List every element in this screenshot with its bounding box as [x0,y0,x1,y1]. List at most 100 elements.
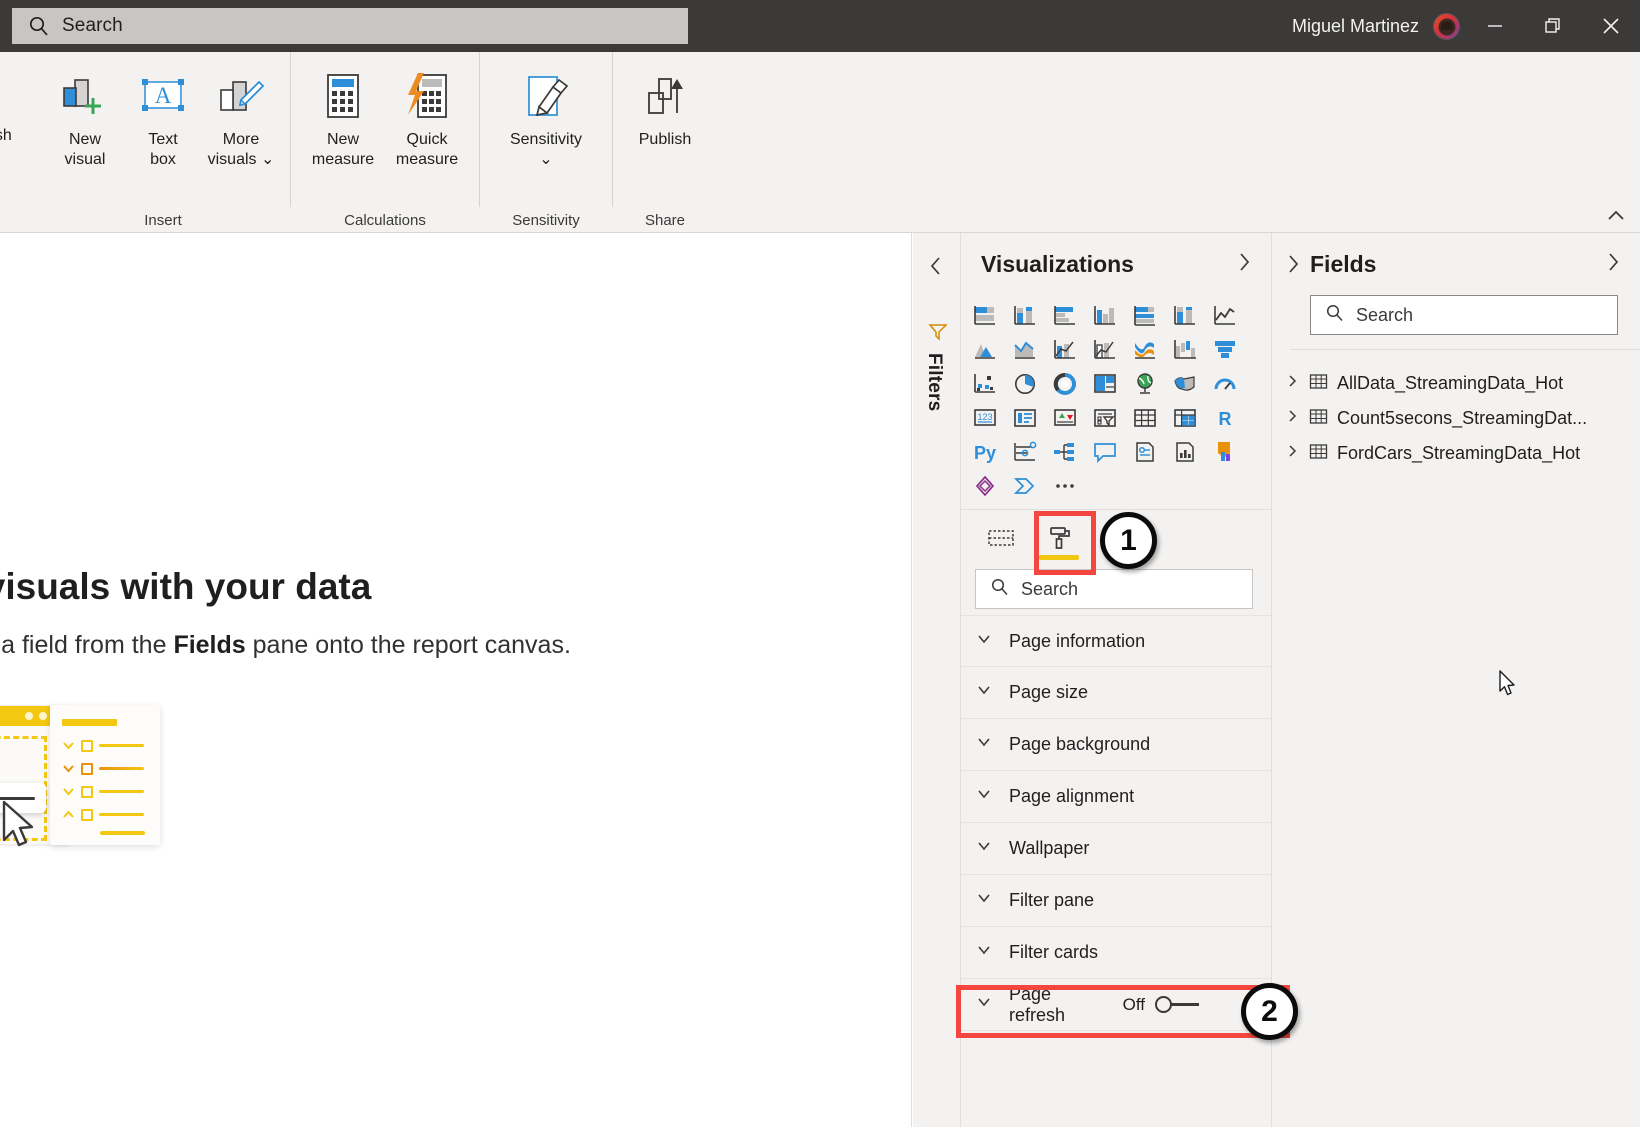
sensitivity-button[interactable]: Sensitivity ⌄ [492,52,600,170]
100-stacked-bar-chart-icon[interactable] [1125,299,1165,333]
quick-measure-button[interactable]: Quick measure [385,52,469,170]
minimize-button[interactable] [1466,0,1524,52]
new-visual-icon [59,68,111,126]
stacked-bar-chart-icon[interactable] [965,299,1005,333]
close-button[interactable] [1582,0,1640,52]
fields-tab[interactable] [975,516,1027,560]
stacked-area-chart-icon[interactable] [1005,333,1045,367]
power-automate-icon[interactable] [1005,469,1045,503]
paginated-report-icon[interactable] [1165,435,1205,469]
line-and-stacked-column-chart-icon[interactable] [1045,333,1085,367]
line-and-clustered-column-chart-icon[interactable] [1085,333,1125,367]
slicer-icon[interactable] [1085,401,1125,435]
card-icon[interactable]: 123 [965,401,1005,435]
table-icon[interactable] [1125,401,1165,435]
chevron-right-icon[interactable] [1286,373,1300,394]
waterfall-chart-icon[interactable] [1165,333,1205,367]
ribbon-group-sensitivity: Sensitivity ⌄ Sensitivity [479,52,612,207]
new-measure-label-1: New [327,131,359,148]
fields-search-input[interactable]: Search [1310,295,1618,335]
decomposition-tree-icon[interactable] [1045,435,1085,469]
restore-button[interactable] [1524,0,1582,52]
ribbon-groups: New visual A [36,52,717,207]
chevron-down-icon [62,762,75,775]
format-section-page-size[interactable]: Page size [961,667,1271,719]
format-section-filter-pane[interactable]: Filter pane [961,875,1271,927]
kpi-icon[interactable] [1045,401,1085,435]
toggle-track [1171,1003,1199,1006]
toggle-knob [1155,996,1172,1013]
window-controls [1466,0,1640,52]
chevron-right-icon[interactable] [1286,443,1300,464]
collapse-filters-icon[interactable] [927,255,945,282]
filters-rail[interactable]: Filters [913,233,961,1127]
ribbon-group-insert: New visual A [36,52,290,207]
clustered-bar-chart-icon[interactable] [1045,299,1085,333]
collapse-ribbon-button[interactable] [1606,209,1626,228]
avatar[interactable] [1433,13,1460,40]
treemap-icon[interactable] [1085,367,1125,401]
clustered-column-chart-icon[interactable] [1085,299,1125,333]
line-chart-icon[interactable] [1205,299,1245,333]
page-refresh-row[interactable]: Page refresh Off [961,979,1271,1031]
expand-fields-icon[interactable] [1604,251,1622,278]
illustration-footer-line [100,831,145,835]
fields-table-row[interactable]: AllData_StreamingData_Hot [1272,366,1640,401]
filled-map-icon[interactable] [1165,367,1205,401]
donut-chart-icon[interactable] [1045,367,1085,401]
text-box-label-2: box [150,151,176,168]
format-tab[interactable] [1033,516,1085,560]
qa-visual-icon[interactable] [1085,435,1125,469]
format-search-input[interactable]: Search [975,569,1253,609]
expand-visualizations-icon[interactable] [1235,251,1253,278]
python-visual-icon[interactable]: Py [965,435,1005,469]
fields-table-row[interactable]: FordCars_StreamingData_Hot [1272,436,1640,471]
funnel-icon[interactable] [1205,333,1245,367]
report-canvas[interactable]: Build visuals with your data Drag a fiel… [0,233,912,1127]
publish-button[interactable]: Publish [623,52,707,150]
page-refresh-toggle-state: Off [1123,995,1145,1015]
format-section-filter-cards[interactable]: Filter cards [961,927,1271,979]
r-script-visual-icon[interactable]: R [1205,401,1245,435]
text-box-button[interactable]: A Text box [124,52,202,170]
canvas-paragraph: Drag a field from the Fields pane onto t… [0,631,571,660]
sensitivity-icon [519,68,573,126]
refresh-button-clipped[interactable]: esh [0,68,20,146]
stacked-column-chart-icon[interactable] [1005,299,1045,333]
matrix-icon[interactable] [1165,401,1205,435]
global-search-input[interactable]: Search [12,8,688,44]
annotation-number: 2 [1261,995,1278,1029]
chevron-down-icon [975,630,993,653]
format-section-page-alignment[interactable]: Page alignment [961,771,1271,823]
more-visuals-button[interactable]: More visuals ⌄ [202,52,280,170]
ribbon-chart-icon[interactable] [1125,333,1165,367]
gauge-icon[interactable] [1205,367,1245,401]
key-influencers-icon[interactable] [1005,435,1045,469]
powerapps-diamond-icon[interactable] [965,469,1005,503]
fields-table-name: Count5secons_StreamingDat... [1337,408,1587,429]
100-stacked-column-chart-icon[interactable] [1165,299,1205,333]
format-section-wallpaper[interactable]: Wallpaper [961,823,1271,875]
pie-chart-icon[interactable] [1005,367,1045,401]
user-account-area[interactable]: Miguel Martinez [1292,0,1460,52]
format-section-label: Filter cards [1009,942,1098,963]
multi-row-card-icon[interactable] [1005,401,1045,435]
new-visual-button[interactable]: New visual [46,52,124,170]
collapse-fields-icon[interactable] [1284,253,1302,280]
area-chart-icon[interactable] [965,333,1005,367]
page-refresh-toggle[interactable] [1155,996,1199,1014]
power-apps-icon[interactable] [1205,435,1245,469]
fields-table-row[interactable]: Count5secons_StreamingDat... [1272,401,1640,436]
more-options-icon[interactable] [1045,469,1085,503]
chevron-right-icon[interactable] [1286,408,1300,429]
new-measure-button[interactable]: New measure [301,52,385,170]
sensitivity-label-2: ⌄ [539,151,552,168]
smart-narrative-icon[interactable] [1125,435,1165,469]
mouse-pointer-icon [1498,670,1518,703]
format-section-page-information[interactable]: Page information [961,615,1271,667]
format-section-page-background[interactable]: Page background [961,719,1271,771]
map-icon[interactable] [1125,367,1165,401]
format-search-placeholder: Search [1021,579,1078,600]
fields-pane: Fields Search AllData_StreamingData_Hot … [1272,233,1640,1127]
scatter-chart-icon[interactable] [965,367,1005,401]
